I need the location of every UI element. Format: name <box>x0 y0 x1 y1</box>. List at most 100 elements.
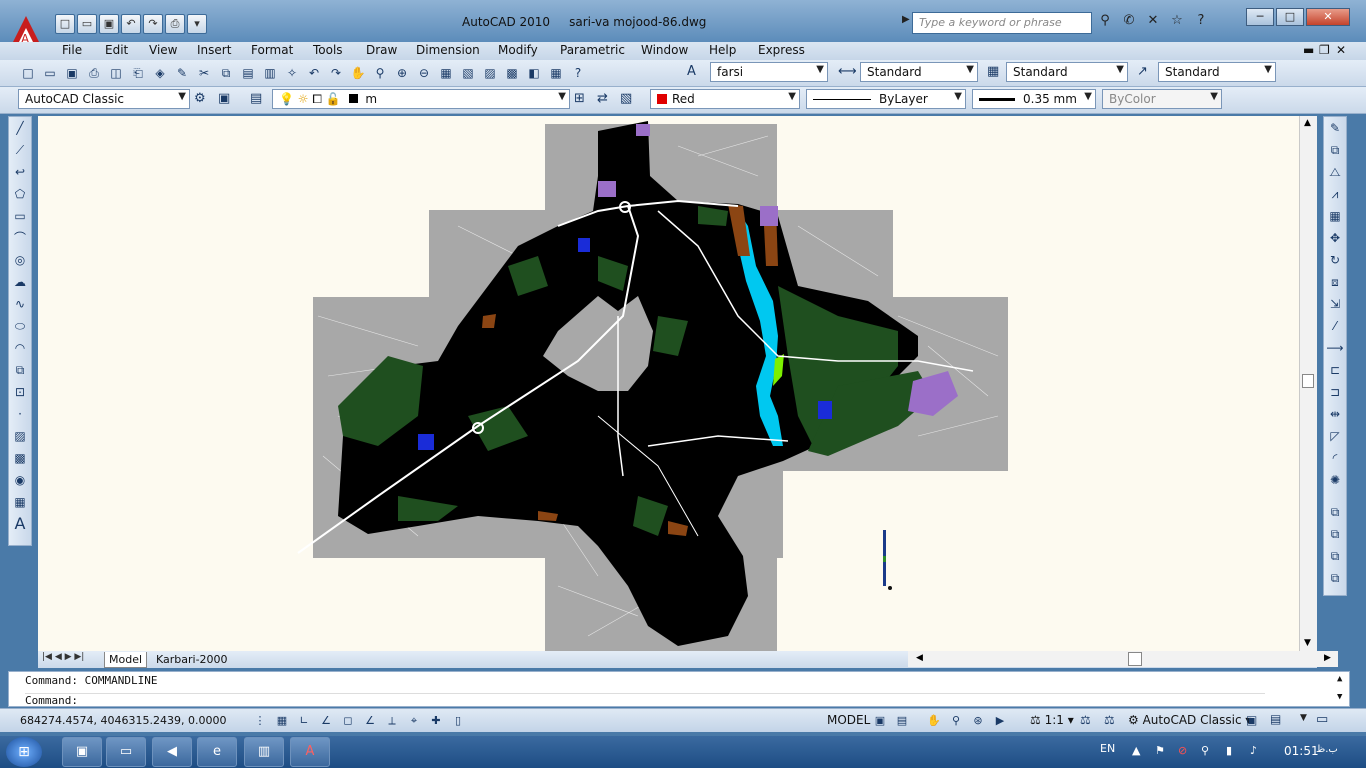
menu-modify[interactable]: Modify <box>498 43 538 57</box>
table-icon[interactable]: ▦ <box>9 491 31 513</box>
redo-icon[interactable]: ↷ <box>326 64 346 82</box>
auto-scale-icon[interactable]: ⚖ <box>1104 713 1115 727</box>
break-icon[interactable]: ⊐ <box>1324 381 1346 403</box>
save-icon[interactable]: ▣ <box>62 64 82 82</box>
volume-icon[interactable]: ♪ <box>1250 744 1257 757</box>
pan-icon[interactable]: ✋ <box>348 64 368 82</box>
plotstyle-select[interactable]: ByColor ▼ <box>1102 89 1222 109</box>
spline-icon[interactable]: ∿ <box>9 293 31 315</box>
array-icon[interactable]: ▦ <box>1324 205 1346 227</box>
join-icon[interactable]: ⇹ <box>1324 403 1346 425</box>
paste-icon[interactable]: ▤ <box>238 64 258 82</box>
doc-close-icon[interactable]: ✕ <box>1336 43 1346 57</box>
preview-icon[interactable]: ◫ <box>106 64 126 82</box>
annotation-scale[interactable]: ⚖ 1:1 ▾ <box>1030 713 1074 727</box>
workspace-save-icon[interactable]: ▣ <box>218 91 230 106</box>
scroll-right-icon[interactable]: ▶ <box>1324 653 1331 663</box>
maximize-button[interactable]: □ <box>1276 8 1304 26</box>
redo-icon[interactable]: ↷ <box>143 14 163 34</box>
dim-style-select[interactable]: Standard ▼ <box>860 62 978 82</box>
menu-dimension[interactable]: Dimension <box>416 43 480 57</box>
internet-explorer-icon[interactable]: e <box>197 737 237 767</box>
chamfer-icon[interactable]: ◸ <box>1324 425 1346 447</box>
linetype-select[interactable]: ByLayer ▼ <box>806 89 966 109</box>
quick-view-drawings-icon[interactable]: ▤ <box>892 712 912 730</box>
close-button[interactable]: ✕ <box>1306 8 1350 26</box>
block-editor-icon[interactable]: ✧ <box>282 64 302 82</box>
extend-icon[interactable]: ⟶ <box>1324 337 1346 359</box>
antivirus-icon[interactable]: ⊘ <box>1178 744 1187 757</box>
snap-icon[interactable]: ⋮ <box>250 712 270 730</box>
language-indicator[interactable]: EN <box>1100 742 1115 755</box>
multileader-style-select[interactable]: Standard ▼ <box>1158 62 1276 82</box>
autocad-taskbar-icon[interactable]: A <box>290 737 330 767</box>
send-under-icon[interactable]: ⧉ <box>1324 567 1346 589</box>
tool-palettes-icon[interactable]: ▨ <box>480 64 500 82</box>
menu-view[interactable]: View <box>149 43 177 57</box>
markup-icon[interactable]: ◧ <box>524 64 544 82</box>
explode-icon[interactable]: ✺ <box>1324 469 1346 491</box>
model-space-button[interactable]: MODEL <box>827 713 870 727</box>
annotation-visibility-icon[interactable]: ⚖ <box>1080 713 1091 727</box>
multiline-text-icon[interactable]: A <box>9 513 31 535</box>
pan-icon[interactable]: ✋ <box>924 712 944 730</box>
plot-icon[interactable]: ⎙ <box>84 64 104 82</box>
messenger-icon[interactable]: ◀ <box>152 737 192 767</box>
design-center-icon[interactable]: ▧ <box>458 64 478 82</box>
quick-view-layouts-icon[interactable]: ▣ <box>870 712 890 730</box>
draw-order-back-icon[interactable]: ⧉ <box>1324 523 1346 545</box>
mirror-icon[interactable]: ⧍ <box>1324 161 1346 183</box>
zoom-previous-icon[interactable]: ⊖ <box>414 64 434 82</box>
search-input[interactable]: Type a keyword or phrase <box>912 12 1092 34</box>
doc-minimize-icon[interactable]: ▬ <box>1303 43 1314 57</box>
tab-karbari-2000[interactable]: Karbari-2000 <box>152 652 232 667</box>
communication-center-icon[interactable]: ✆ <box>1120 13 1138 31</box>
text-style-select[interactable]: farsi ▼ <box>710 62 828 82</box>
menu-format[interactable]: Format <box>251 43 293 57</box>
drawing-area[interactable]: ▲ ▼ <box>38 116 1317 651</box>
hatch-icon[interactable]: ▨ <box>9 425 31 447</box>
lineweight-toggle-icon[interactable]: ✚ <box>426 712 446 730</box>
zoom-icon[interactable]: ⚲ <box>946 712 966 730</box>
stretch-icon[interactable]: ⇲ <box>1324 293 1346 315</box>
draw-order-front-icon[interactable]: ⧉ <box>1324 501 1346 523</box>
open-icon[interactable]: ▭ <box>77 14 97 34</box>
bring-above-icon[interactable]: ⧉ <box>1324 545 1346 567</box>
zoom-realtime-icon[interactable]: ⚲ <box>370 64 390 82</box>
sheet-set-icon[interactable]: ▩ <box>502 64 522 82</box>
workspace-switch[interactable]: ⚙ AutoCAD Classic ▾ <box>1128 713 1251 727</box>
lineweight-select[interactable]: 0.35 mm ▼ <box>972 89 1096 109</box>
circle-icon[interactable]: ◎ <box>9 249 31 271</box>
tab-model[interactable]: Model <box>104 652 148 668</box>
zoom-window-icon[interactable]: ⊕ <box>392 64 412 82</box>
help-icon[interactable]: ? <box>1192 13 1210 31</box>
showmotion-icon[interactable]: ▶ <box>990 712 1010 730</box>
doc-restore-icon[interactable]: ❐ <box>1319 43 1330 57</box>
open-icon[interactable]: ▭ <box>40 64 60 82</box>
make-current-icon[interactable]: ⊞ <box>574 91 585 106</box>
plot-icon[interactable]: ⎙ <box>165 14 185 34</box>
search-expand-icon[interactable]: ▶ <box>902 14 912 32</box>
cmd-scroll-up-icon[interactable]: ▲ <box>1337 674 1342 684</box>
fillet-icon[interactable]: ◜ <box>1324 447 1346 469</box>
steering-wheel-icon[interactable]: ⊛ <box>968 712 988 730</box>
help-icon[interactable]: ? <box>568 64 588 82</box>
cut-icon[interactable]: ✂ <box>194 64 214 82</box>
color-select[interactable]: Red ▼ <box>650 89 800 109</box>
menu-tools[interactable]: Tools <box>313 43 343 57</box>
drawing-canvas[interactable] <box>38 116 1299 651</box>
match-properties-icon[interactable]: ▥ <box>260 64 280 82</box>
save-icon[interactable]: ▣ <box>99 14 119 34</box>
scroll-down-icon[interactable]: ▼ <box>1304 638 1311 648</box>
menu-express[interactable]: Express <box>758 43 805 57</box>
break-at-point-icon[interactable]: ⊏ <box>1324 359 1346 381</box>
publish-icon[interactable]: ⎗ <box>128 64 148 82</box>
undo-icon[interactable]: ↶ <box>121 14 141 34</box>
status-menu-icon[interactable]: ▼ <box>1300 713 1307 723</box>
polyline-icon[interactable]: ↩ <box>9 161 31 183</box>
qnew-icon[interactable]: □ <box>18 64 38 82</box>
clock-time[interactable]: 01:51 <box>1284 744 1319 758</box>
properties-icon[interactable]: ▦ <box>436 64 456 82</box>
gradient-icon[interactable]: ▩ <box>9 447 31 469</box>
action-center-icon[interactable]: ⚑ <box>1155 744 1165 757</box>
